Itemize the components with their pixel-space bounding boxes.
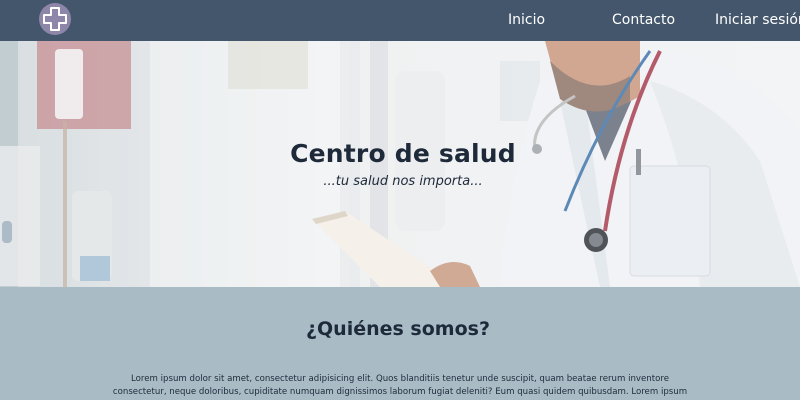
- about-paragraph: Lorem ipsum dolor sit amet, consectetur …: [112, 374, 688, 397]
- hero-title: Centro de salud: [290, 139, 516, 168]
- about-section: ¿Quiénes somos? Lorem ipsum dolor sit am…: [0, 287, 800, 400]
- hero-banner: Centro de salud ...tu salud nos importa.…: [0, 41, 800, 287]
- nav-link-inicio[interactable]: Inicio: [508, 12, 545, 28]
- hero-subtitle: ...tu salud nos importa...: [323, 174, 483, 189]
- medical-cross-icon[interactable]: [39, 3, 71, 35]
- nav-link-iniciar-sesion[interactable]: Iniciar sesión: [715, 12, 800, 28]
- nav-link-contacto[interactable]: Contacto: [612, 12, 675, 28]
- about-heading: ¿Quiénes somos?: [306, 318, 490, 340]
- top-navbar: Inicio Contacto Iniciar sesión: [0, 0, 800, 41]
